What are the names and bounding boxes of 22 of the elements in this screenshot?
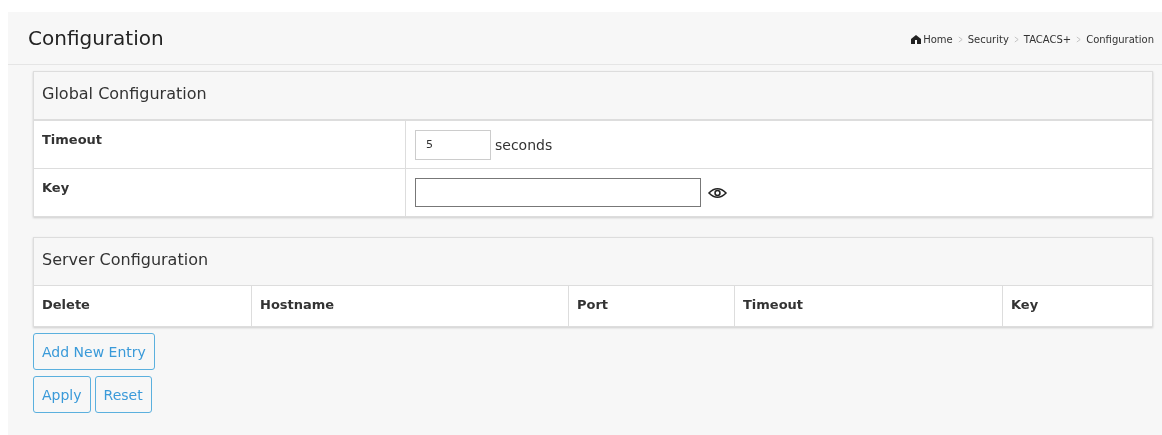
key-input[interactable] — [415, 178, 701, 207]
section-title: Global Configuration — [34, 72, 1152, 120]
column-header: Timeout — [734, 286, 1002, 326]
column-header: Delete — [41, 296, 91, 314]
field-label: Key — [34, 169, 406, 216]
column-header: Hostname — [251, 286, 568, 326]
chevron-icon — [957, 35, 963, 43]
section-title: Server Configuration — [34, 238, 1152, 286]
unit-label: seconds — [495, 136, 553, 153]
column-header: Port — [568, 286, 734, 326]
home-icon — [910, 34, 923, 44]
breadcrumb-link[interactable]: Security — [967, 33, 1009, 45]
page-title: Configuration — [28, 26, 164, 50]
chevron-icon — [1013, 35, 1019, 43]
chevron-icon — [1076, 35, 1082, 43]
breadcrumb-link[interactable]: Configuration — [1086, 33, 1154, 45]
breadcrumb-link[interactable]: TACACS+ — [1023, 33, 1072, 45]
timeout-input[interactable]: 5 — [415, 129, 491, 160]
show-password-icon[interactable] — [708, 186, 727, 199]
field-label: Timeout — [34, 121, 406, 168]
column-header: Key — [1002, 286, 1152, 326]
breadcrumb-link[interactable]: Home — [910, 33, 953, 45]
